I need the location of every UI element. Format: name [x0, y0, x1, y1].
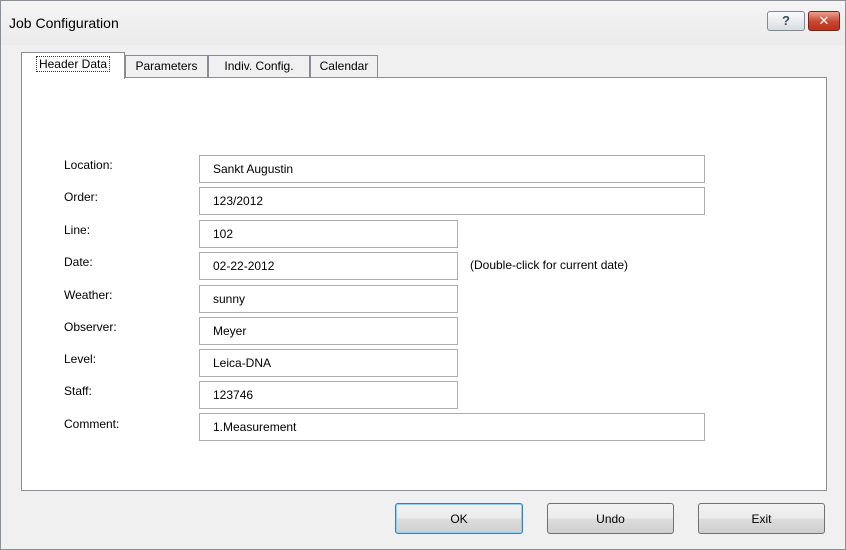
location-input[interactable]	[199, 155, 705, 183]
help-button[interactable]: ?	[767, 11, 805, 31]
job-configuration-dialog: Job Configuration ? ✕ Header Data Parame…	[0, 0, 846, 550]
location-label: Location:	[64, 158, 113, 172]
tab-parameters[interactable]: Parameters	[125, 55, 208, 77]
tab-header-data[interactable]: Header Data	[21, 52, 125, 79]
undo-button[interactable]: Undo	[547, 503, 674, 534]
ok-button[interactable]: OK	[395, 503, 523, 534]
staff-label: Staff:	[64, 384, 92, 398]
tab-indiv-config[interactable]: Indiv. Config.	[208, 55, 310, 77]
comment-input[interactable]	[199, 413, 705, 441]
title-bar: Job Configuration ? ✕	[1, 1, 845, 45]
order-label: Order:	[64, 190, 99, 204]
date-hint: (Double-click for current date)	[470, 258, 629, 272]
date-label: Date:	[64, 255, 93, 269]
observer-label: Observer:	[64, 320, 117, 334]
tab-indiv-config-label: Indiv. Config.	[224, 59, 294, 73]
weather-label: Weather:	[64, 288, 113, 302]
level-input[interactable]	[199, 349, 458, 377]
date-input[interactable]	[199, 252, 458, 280]
close-icon: ✕	[818, 13, 830, 28]
staff-input[interactable]	[199, 381, 458, 409]
help-icon: ?	[782, 13, 790, 28]
line-input[interactable]	[199, 220, 458, 248]
observer-input[interactable]	[199, 317, 458, 345]
level-label: Level:	[64, 352, 97, 366]
order-input[interactable]	[199, 187, 705, 215]
tab-calendar-label: Calendar	[319, 59, 369, 73]
exit-button[interactable]: Exit	[698, 503, 825, 534]
tab-calendar[interactable]: Calendar	[310, 55, 378, 77]
line-label: Line:	[64, 223, 91, 237]
tab-parameters-label: Parameters	[135, 59, 198, 73]
comment-label: Comment:	[64, 417, 120, 431]
tab-header-data-label: Header Data	[35, 56, 111, 72]
close-button[interactable]: ✕	[808, 11, 840, 31]
weather-input[interactable]	[199, 285, 458, 313]
window-title: Job Configuration	[9, 15, 119, 31]
